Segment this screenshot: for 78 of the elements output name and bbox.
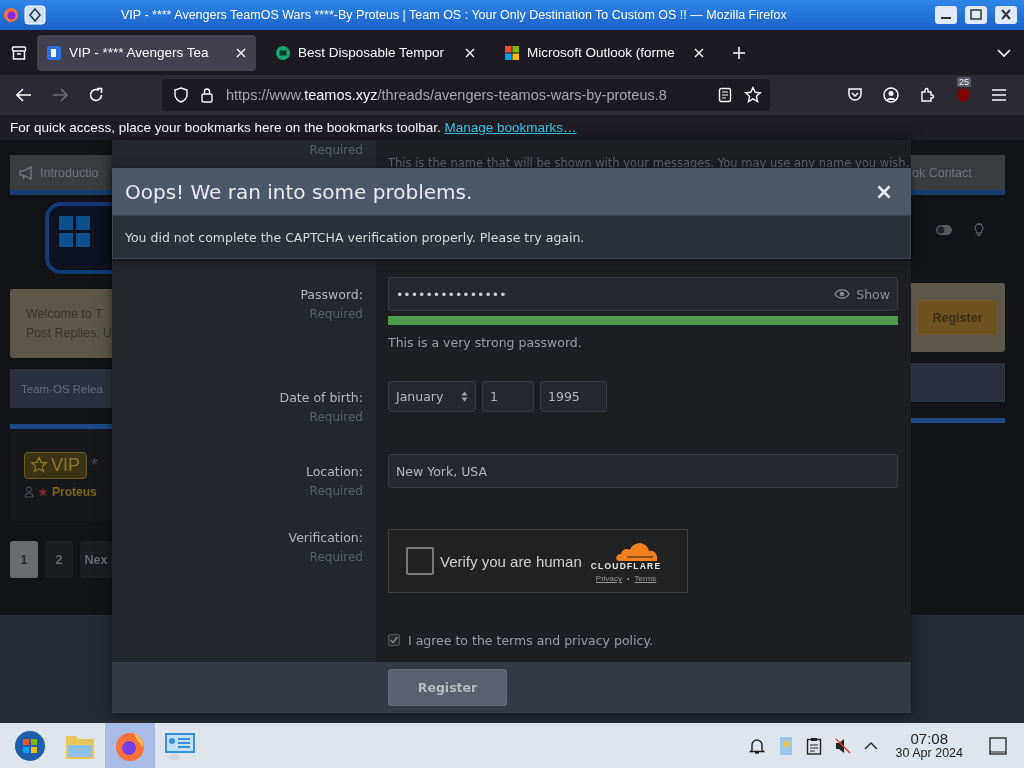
day-field[interactable]: 1 <box>482 381 534 412</box>
menu-icon[interactable] <box>991 88 1007 102</box>
shield-icon[interactable] <box>174 87 188 103</box>
clock[interactable]: 07:08 30 Apr 2024 <box>895 730 963 761</box>
show-desktop-icon[interactable] <box>989 736 1007 755</box>
bookmark-star-icon[interactable] <box>744 86 762 104</box>
vip-badge: VIP <box>24 451 87 479</box>
new-tab-icon[interactable] <box>732 45 746 60</box>
star-icon <box>30 456 48 474</box>
muted-speaker-icon[interactable] <box>833 736 852 755</box>
field-label: Date of birth: <box>279 389 363 407</box>
extensions-icon[interactable] <box>919 87 935 103</box>
captcha-checkbox[interactable] <box>406 547 434 575</box>
year-field[interactable]: 1995 <box>540 381 607 412</box>
reload-icon[interactable] <box>88 87 104 103</box>
url-text: https://www.teamos.xyz/threads/avengers-teamos-wars-by-proteus.8 <box>226 87 668 103</box>
password-field[interactable]: ••••••••••••••• Show <box>388 277 898 311</box>
clipboard-icon[interactable] <box>805 736 822 755</box>
remote-desktop-icon <box>163 730 197 761</box>
section-title: Team-OS Relea <box>21 382 103 395</box>
minimize-icon[interactable] <box>934 5 958 25</box>
close-icon[interactable] <box>994 5 1018 25</box>
browser-tab[interactable]: VIP - **** Avengers Tea <box>37 34 256 71</box>
required-hint: Required <box>309 483 363 500</box>
bell-icon[interactable] <box>747 736 766 755</box>
close-icon[interactable] <box>877 184 891 199</box>
account-icon[interactable] <box>883 87 899 103</box>
agree-checkbox[interactable] <box>388 634 400 646</box>
captcha-label: Verify you are human <box>440 552 582 570</box>
pocket-icon[interactable] <box>847 87 863 103</box>
field-label: Password: <box>300 286 363 304</box>
privacy-link[interactable]: Privacy <box>595 574 623 583</box>
windows-favicon-icon <box>505 45 519 60</box>
site-favicon-icon <box>47 45 61 60</box>
agree-label[interactable]: I agree to the terms and privacy policy. <box>408 632 653 648</box>
field-label: Verification: <box>288 529 363 547</box>
brand-name: CLOUDFLARE <box>590 561 662 571</box>
tab-list-icon[interactable] <box>11 44 27 61</box>
eye-icon <box>834 288 851 300</box>
required-hint: Required <box>309 142 363 159</box>
maximize-icon[interactable] <box>964 5 988 25</box>
manage-bookmarks-link[interactable]: Manage bookmarks… <box>444 120 577 135</box>
error-message: You did not complete the CAPTCHA verification properly. Please try again. <box>125 229 585 245</box>
toggle-icon[interactable] <box>936 225 952 235</box>
lightbulb-icon[interactable] <box>974 223 984 237</box>
lock-icon[interactable] <box>200 87 214 103</box>
bookmarks-hint: For quick access, place your bookmarks here on the bookmarks toolbar. Manage bookmarks… <box>10 120 577 135</box>
reader-view-icon[interactable] <box>718 87 732 103</box>
close-tab-icon[interactable] <box>465 47 475 58</box>
chevron-down-icon[interactable] <box>996 47 1012 58</box>
address-bar[interactable]: https://www.teamos.xyz/threads/avengers-teamos-wars-by-proteus.8 <box>162 79 770 111</box>
terms-link[interactable]: Terms <box>634 574 657 583</box>
error-title: Oops! We ran into some problems. <box>125 179 473 204</box>
user-icon <box>24 485 34 498</box>
forward-icon[interactable] <box>52 88 68 102</box>
required-hint: Required <box>309 549 363 566</box>
browser-tab[interactable]: Microsoft Outlook (forme <box>495 34 714 71</box>
close-tab-icon[interactable] <box>694 47 704 58</box>
close-tab-icon[interactable] <box>236 47 246 58</box>
taskbar-app[interactable] <box>105 723 155 768</box>
location-field[interactable]: New York, USA <box>388 454 898 488</box>
field-label: Location: <box>305 463 363 481</box>
strength-text: This is a very strong password. <box>388 335 583 350</box>
star-icon <box>38 486 48 497</box>
month-select[interactable]: January <box>388 381 476 412</box>
show-password-button[interactable]: Show <box>834 286 890 302</box>
window-title: VIP - **** Avengers TeamOS Wars ****-By Proteus | Team OS : Your Only Destination To Custom OS !! — Mozilla Firefox <box>121 8 788 22</box>
start-orb-icon <box>14 729 46 762</box>
required-hint: Required <box>309 306 363 323</box>
extension-badge: 25 <box>957 77 971 87</box>
megaphone-icon <box>18 165 34 180</box>
sort-arrows-icon <box>461 391 468 402</box>
register-button[interactable]: Register <box>388 669 507 706</box>
mail-favicon-icon <box>276 45 290 60</box>
browser-tab[interactable]: Best Disposable Tempor <box>266 34 485 71</box>
back-icon[interactable] <box>16 88 32 102</box>
required-hint: Required <box>309 409 363 426</box>
chevron-up-icon[interactable] <box>863 741 878 750</box>
